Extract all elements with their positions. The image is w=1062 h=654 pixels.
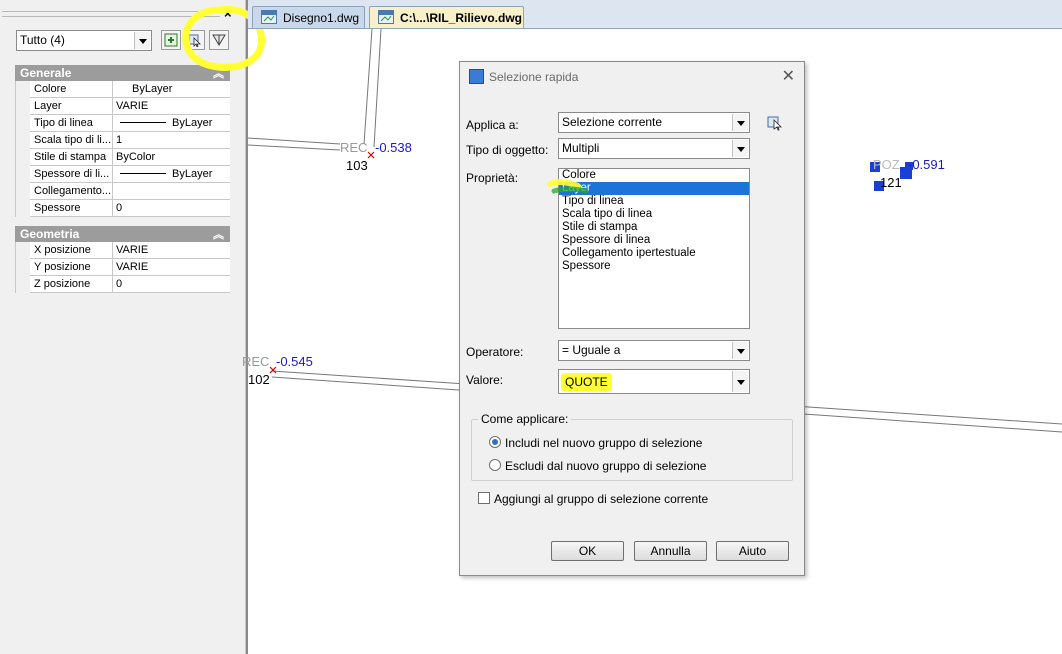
collapse-up-icon[interactable]: ︽: [213, 226, 224, 242]
property-value[interactable]: ByLayer: [114, 115, 230, 131]
list-item[interactable]: Scala tipo di linea: [559, 208, 749, 221]
group-legend: Come applicare:: [478, 412, 572, 426]
annotation-highlight-marker: [547, 179, 589, 194]
property-value[interactable]: ByLayer: [114, 166, 230, 182]
applica-a-select[interactable]: Selezione corrente: [558, 112, 750, 133]
tipo-oggetto-select[interactable]: Multipli: [558, 138, 750, 159]
tipo-oggetto-label: Tipo di oggetto:: [466, 143, 549, 157]
property-name: Z posizione: [30, 276, 113, 292]
property-row-collegamento[interactable]: Collegamento...: [30, 183, 230, 200]
chevron-down-icon[interactable]: [732, 140, 748, 157]
cancel-button[interactable]: Annulla: [634, 541, 707, 561]
ok-button[interactable]: OK: [551, 541, 624, 561]
point-elevation-label: -0.538: [375, 140, 412, 155]
property-name: Stile di stampa: [30, 149, 113, 165]
property-name: Colore: [30, 81, 113, 97]
property-value[interactable]: ByColor: [114, 149, 230, 165]
radio-exclude[interactable]: [489, 459, 501, 471]
point-elevation-label: -0.591: [908, 157, 945, 172]
close-icon[interactable]: ✕: [782, 66, 795, 86]
property-value[interactable]: VARIE: [114, 242, 230, 258]
property-value[interactable]: [114, 183, 230, 199]
tab-label: Disegno1.dwg: [283, 11, 360, 25]
property-row-spessore[interactable]: Spessore 0: [30, 200, 230, 217]
point-number-label: 121: [880, 175, 902, 190]
property-row-x-posizione[interactable]: X posizione VARIE: [30, 242, 230, 259]
property-name: Spessore: [30, 200, 113, 216]
chevron-down-icon[interactable]: [134, 32, 150, 49]
point-code-label: REC: [340, 140, 368, 155]
property-name: Y posizione: [30, 259, 113, 275]
property-row-z-posizione[interactable]: Z posizione 0: [30, 276, 230, 293]
radio-include-label[interactable]: Includi nel nuovo gruppo di selezione: [505, 436, 702, 450]
help-button[interactable]: Aiuto: [716, 541, 789, 561]
property-row-stile-di-stampa[interactable]: Stile di stampa ByColor: [30, 149, 230, 166]
quick-select-dialog: Selezione rapida ✕ Applica a: Selezione …: [459, 61, 805, 576]
point-number-label: 103: [346, 158, 368, 173]
dwg-file-icon: [378, 10, 394, 24]
section-title: Generale: [20, 66, 72, 80]
chevron-down-icon[interactable]: [732, 342, 748, 359]
property-name: Scala tipo di li...: [30, 132, 113, 148]
radio-exclude-label[interactable]: Escludi dal nuovo gruppo di selezione: [505, 459, 706, 473]
append-checkbox-label[interactable]: Aggiungi al gruppo di selezione corrente: [494, 492, 708, 506]
property-value[interactable]: VARIE: [114, 259, 230, 275]
object-filter-combo[interactable]: Tutto (4): [16, 30, 152, 51]
property-value[interactable]: ByLayer: [114, 81, 230, 97]
point-elevation-label: -0.545: [276, 354, 313, 369]
dwg-file-icon: [261, 10, 277, 24]
property-row-y-posizione[interactable]: Y posizione VARIE: [30, 259, 230, 276]
property-name: Spessore di li...: [30, 166, 113, 182]
dialog-title: Selezione rapida: [489, 70, 579, 84]
select-value: = Uguale a: [562, 343, 621, 357]
property-name: Collegamento...: [30, 183, 113, 199]
chevron-down-icon[interactable]: [732, 114, 748, 131]
property-name: X posizione: [30, 242, 113, 258]
select-value: QUOTE: [561, 373, 612, 391]
tab-label: C:\...\RIL_Rilievo.dwg: [400, 11, 523, 25]
applica-label: Applica a:: [466, 118, 519, 132]
point-code-label: REC: [242, 354, 270, 369]
property-value[interactable]: 0: [114, 200, 230, 216]
operatore-label: Operatore:: [466, 345, 524, 359]
radio-include[interactable]: [489, 436, 501, 448]
point-number-label: 102: [248, 372, 270, 387]
property-name: Tipo di linea: [30, 115, 113, 131]
property-row-colore[interactable]: Colore ByLayer: [30, 81, 230, 98]
append-checkbox[interactable]: [478, 492, 490, 504]
list-item[interactable]: Spessore: [559, 260, 749, 273]
object-filter-value: Tutto (4): [20, 33, 65, 47]
property-row-layer[interactable]: Layer VARIE: [30, 98, 230, 115]
property-row-spessore-di-linea[interactable]: Spessore di li... ByLayer: [30, 166, 230, 183]
come-applicare-group: Come applicare: Includi nel nuovo gruppo…: [471, 412, 793, 481]
chevron-down-icon[interactable]: [732, 371, 748, 392]
point-code-label: POZ: [873, 157, 900, 172]
properties-palette: × Tutto (4) Generale ︽ Colore ByLayer Lay…: [0, 0, 246, 654]
select-value: Multipli: [562, 141, 600, 155]
select-objects-icon[interactable]: [767, 115, 784, 132]
valore-select[interactable]: QUOTE: [558, 369, 750, 394]
tab-ril-rilievo[interactable]: C:\...\RIL_Rilievo.dwg: [369, 6, 524, 28]
tab-disegno1[interactable]: Disegno1.dwg: [252, 6, 365, 28]
property-name: Layer: [30, 98, 113, 114]
list-item[interactable]: Stile di stampa: [559, 221, 749, 234]
property-row-tipo-di-linea[interactable]: Tipo di linea ByLayer: [30, 115, 230, 132]
section-header-geometria[interactable]: Geometria ︽: [15, 226, 230, 242]
property-row-scala-tipo-di-linea[interactable]: Scala tipo di li... 1: [30, 132, 230, 149]
proprieta-label: Proprietà:: [466, 171, 519, 185]
valore-label: Valore:: [466, 373, 504, 387]
property-value[interactable]: VARIE: [114, 98, 230, 114]
select-value: Selezione corrente: [562, 115, 663, 129]
property-value[interactable]: 1: [114, 132, 230, 148]
section-title: Geometria: [20, 227, 80, 241]
property-value[interactable]: 0: [114, 276, 230, 292]
quick-select-app-icon: [469, 69, 484, 84]
list-item[interactable]: Spessore di linea: [559, 234, 749, 247]
operatore-select[interactable]: = Uguale a: [558, 340, 750, 361]
list-item[interactable]: Collegamento ipertestuale: [559, 247, 749, 260]
